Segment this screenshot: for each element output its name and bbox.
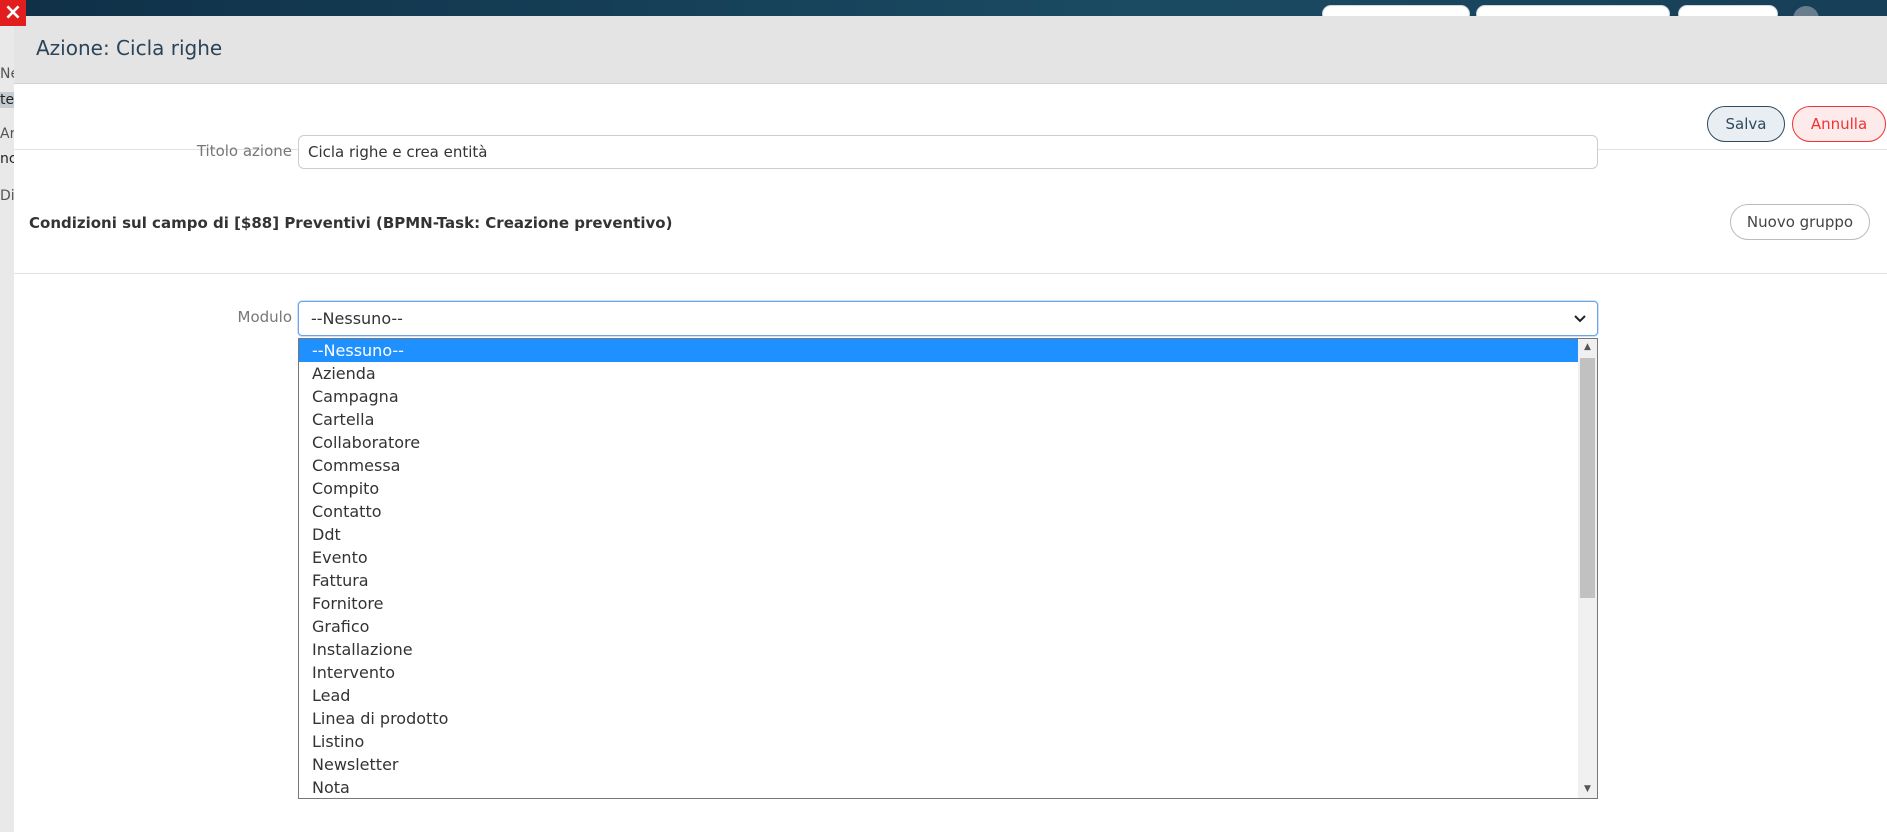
modal-title: Azione: Cicla righe	[36, 36, 223, 60]
dropdown-option[interactable]: Ddt	[299, 523, 1578, 546]
module-select-value: --Nessuno--	[311, 309, 403, 328]
dropdown-option[interactable]: --Nessuno--	[299, 339, 1578, 362]
scroll-up-arrow-icon[interactable]: ▲	[1578, 339, 1597, 356]
conditions-heading: Condizioni sul campo di [$88] Preventivi…	[29, 214, 673, 232]
action-modal: Azione: Cicla righe Salva Annulla Titolo…	[14, 16, 1887, 832]
background-text-fragment: Ne	[0, 66, 14, 82]
background-left-strip: Ne te Ar nc Di	[0, 16, 14, 832]
dropdown-option[interactable]: Evento	[299, 546, 1578, 569]
close-icon[interactable]: ×	[0, 0, 26, 26]
chevron-down-icon	[1574, 315, 1586, 323]
dropdown-option[interactable]: Newsletter	[299, 753, 1578, 776]
title-field-label: Titolo azione	[196, 142, 292, 160]
new-group-button[interactable]: Nuovo gruppo	[1730, 204, 1870, 240]
dropdown-option[interactable]: Contatto	[299, 500, 1578, 523]
scroll-down-arrow-icon[interactable]: ▼	[1578, 781, 1597, 798]
background-text-fragment: Ar	[0, 126, 14, 142]
dropdown-option[interactable]: Intervento	[299, 661, 1578, 684]
dropdown-option[interactable]: Nota	[299, 776, 1578, 798]
module-dropdown-list: --Nessuno-- Azienda Campagna Cartella Collab…	[298, 338, 1598, 799]
dropdown-option[interactable]: Fornitore	[299, 592, 1578, 615]
dropdown-option[interactable]: Installazione	[299, 638, 1578, 661]
section-divider	[14, 273, 1887, 274]
module-select[interactable]: --Nessuno--	[298, 301, 1598, 336]
cancel-button[interactable]: Annulla	[1792, 106, 1886, 142]
dropdown-option[interactable]: Linea di prodotto	[299, 707, 1578, 730]
dropdown-option[interactable]: Collaboratore	[299, 431, 1578, 454]
dropdown-option[interactable]: Commessa	[299, 454, 1578, 477]
dropdown-option[interactable]: Grafico	[299, 615, 1578, 638]
dropdown-option[interactable]: Cartella	[299, 408, 1578, 431]
dropdown-option[interactable]: Fattura	[299, 569, 1578, 592]
save-button[interactable]: Salva	[1707, 106, 1785, 142]
background-text-fragment: te	[0, 92, 14, 108]
dropdown-option[interactable]: Listino	[299, 730, 1578, 753]
background-text-fragment: Di	[0, 188, 14, 204]
dropdown-option[interactable]: Lead	[299, 684, 1578, 707]
dropdown-scrollbar[interactable]: ▲ ▼	[1578, 339, 1597, 798]
background-text-fragment: nc	[0, 151, 14, 167]
modal-header: Azione: Cicla righe	[14, 16, 1887, 84]
dropdown-option[interactable]: Compito	[299, 477, 1578, 500]
title-field-input[interactable]	[298, 135, 1598, 169]
module-field-label: Modulo	[237, 308, 293, 326]
dropdown-option[interactable]: Azienda	[299, 362, 1578, 385]
dropdown-option[interactable]: Campagna	[299, 385, 1578, 408]
scrollbar-thumb[interactable]	[1580, 358, 1595, 598]
background-app-header	[0, 0, 1887, 32]
